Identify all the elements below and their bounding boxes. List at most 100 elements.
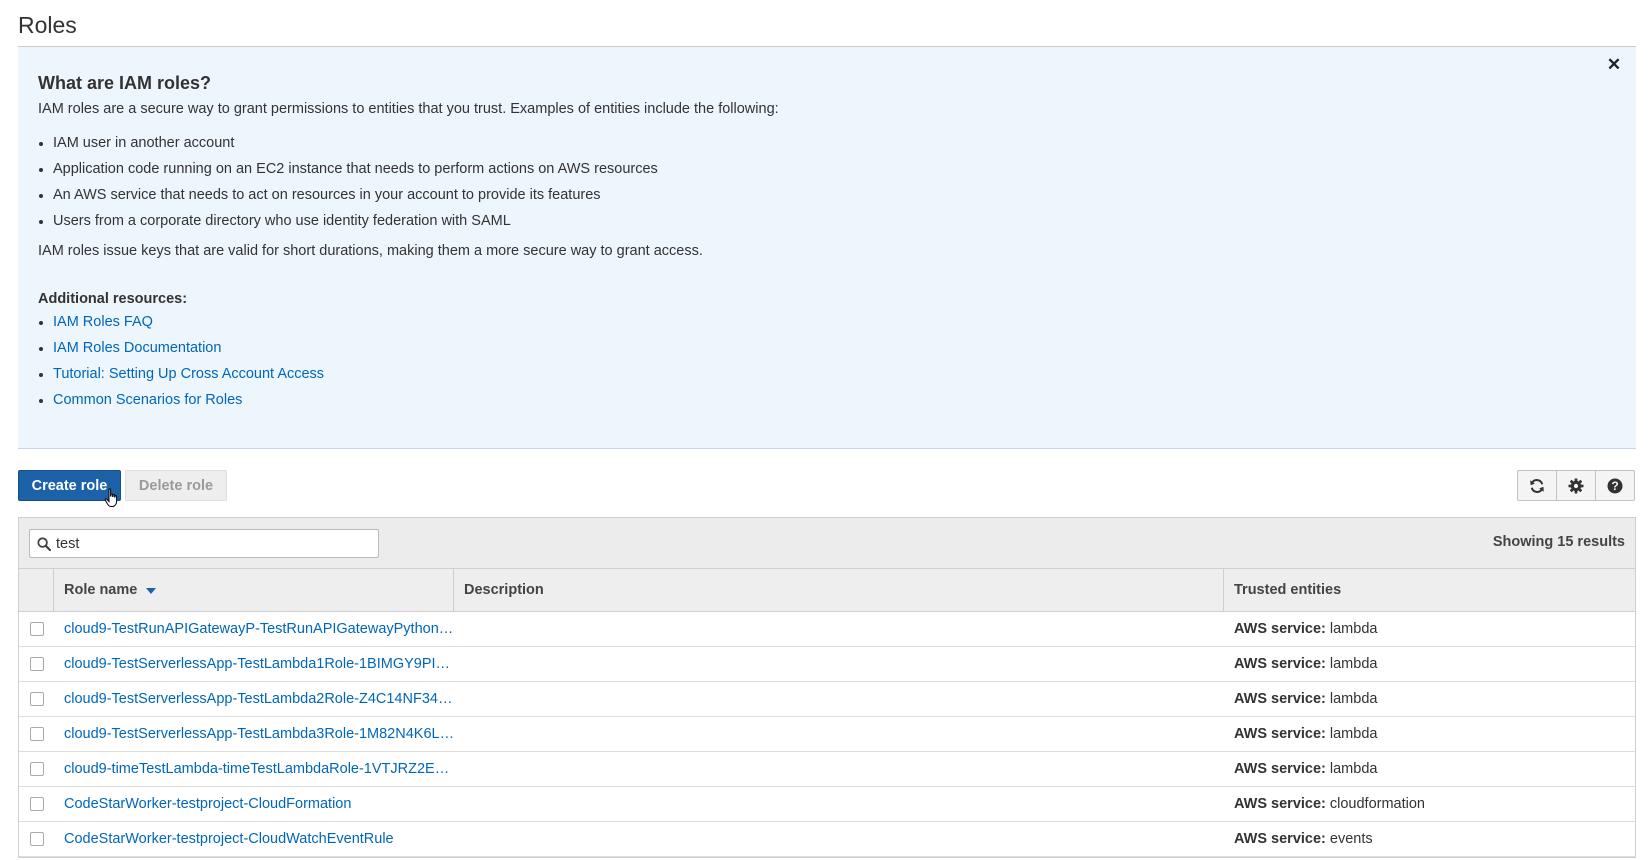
header-select-cell	[19, 569, 54, 611]
description-cell	[454, 717, 1224, 751]
role-name-link[interactable]: cloud9-TestServerlessApp-TestLambda3Role…	[64, 726, 454, 742]
list-item: Application code running on an EC2 insta…	[38, 156, 658, 182]
description-cell	[454, 647, 1224, 681]
row-checkbox[interactable]	[29, 727, 44, 741]
trust-label: AWS service:	[1234, 621, 1326, 637]
trusted-entities-cell: AWS service: events	[1224, 822, 1635, 856]
table-row: cloud9-timeTestLambda-timeTestLambdaRole…	[19, 752, 1635, 787]
help-icon: ?	[1607, 478, 1623, 493]
info-heading: What are IAM roles?	[38, 73, 212, 93]
column-header-role-name[interactable]: Role name	[54, 569, 454, 611]
resource-link-scenarios[interactable]: Common Scenarios for Roles	[53, 392, 242, 408]
description-cell	[454, 787, 1224, 821]
trusted-entities-cell: AWS service: lambda	[1224, 717, 1635, 751]
row-select-cell	[19, 822, 54, 856]
list-item: Tutorial: Setting Up Cross Account Acces…	[38, 361, 324, 387]
search-input[interactable]	[56, 535, 346, 552]
resource-link-faq[interactable]: IAM Roles FAQ	[53, 314, 153, 330]
role-name-cell: CodeStarWorker-testproject-CloudFormatio…	[54, 787, 454, 821]
toolbar-icon-group: ?	[1517, 470, 1635, 501]
trusted-entities-cell: AWS service: lambda	[1224, 682, 1635, 716]
row-select-cell	[19, 717, 54, 751]
results-count: Showing 15 results	[1492, 534, 1625, 550]
hand-cursor-icon	[104, 488, 118, 507]
info-summary: IAM roles issue keys that are valid for …	[38, 243, 703, 259]
info-panel: ✕ What are IAM roles? IAM roles are a se…	[18, 47, 1636, 449]
trust-label: AWS service:	[1234, 726, 1326, 742]
role-name-cell: cloud9-timeTestLambda-timeTestLambdaRole…	[54, 752, 454, 786]
row-checkbox[interactable]	[29, 797, 44, 811]
column-header-description[interactable]: Description	[454, 569, 1224, 611]
table-header: Role name Description Trusted entities	[19, 569, 1635, 612]
delete-role-button[interactable]: Delete role	[125, 470, 227, 501]
trusted-entities-cell: AWS service: lambda	[1224, 647, 1635, 681]
column-label: Trusted entities	[1234, 582, 1342, 598]
row-checkbox[interactable]	[29, 622, 44, 636]
list-item: IAM Roles FAQ	[38, 309, 324, 335]
roles-page: Roles ✕ What are IAM roles? IAM roles ar…	[0, 0, 1650, 860]
help-button[interactable]: ?	[1596, 471, 1634, 500]
role-name-link[interactable]: cloud9-TestServerlessApp-TestLambda2Role…	[64, 691, 452, 707]
trust-value: events	[1329, 831, 1373, 847]
examples-list: IAM user in another account Application …	[38, 130, 658, 234]
trusted-entities-cell: AWS service: lambda	[1224, 612, 1635, 646]
search-icon	[37, 536, 51, 551]
trust-value: lambda	[1329, 656, 1378, 672]
trust-label: AWS service:	[1234, 656, 1326, 672]
row-select-cell	[19, 612, 54, 646]
trusted-entities-cell: AWS service: cloudformation	[1224, 787, 1635, 821]
row-checkbox[interactable]	[29, 657, 44, 671]
resources-list: IAM Roles FAQ IAM Roles Documentation Tu…	[38, 309, 324, 413]
resources-heading: Additional resources:	[38, 291, 188, 307]
search-field[interactable]	[29, 529, 379, 558]
role-name-cell: CodeStarWorker-testproject-CloudWatchEve…	[54, 822, 454, 856]
table-row: cloud9-TestRunAPIGatewayP-TestRunAPIGate…	[19, 612, 1635, 647]
row-checkbox[interactable]	[29, 692, 44, 706]
trust-label: AWS service:	[1234, 796, 1326, 812]
role-name-link[interactable]: CodeStarWorker-testproject-CloudFormatio…	[64, 796, 351, 812]
role-name-link[interactable]: cloud9-TestRunAPIGatewayP-TestRunAPIGate…	[64, 621, 453, 637]
trust-label: AWS service:	[1234, 831, 1326, 847]
description-cell	[454, 612, 1224, 646]
settings-button[interactable]	[1557, 471, 1596, 500]
table-row: cloud9-TestServerlessApp-TestLambda1Role…	[19, 647, 1635, 682]
table-row: CodeStarWorker-testproject-CloudWatchEve…	[19, 822, 1635, 857]
row-select-cell	[19, 787, 54, 821]
role-name-cell: cloud9-TestRunAPIGatewayP-TestRunAPIGate…	[54, 612, 454, 646]
svg-text:?: ?	[1611, 479, 1618, 493]
table-row: cloud9-TestServerlessApp-TestLambda2Role…	[19, 682, 1635, 717]
resource-link-tutorial[interactable]: Tutorial: Setting Up Cross Account Acces…	[53, 366, 324, 382]
list-item: IAM Roles Documentation	[38, 335, 324, 361]
row-select-cell	[19, 752, 54, 786]
trust-value: lambda	[1329, 761, 1378, 777]
filter-bar: Showing 15 results	[19, 518, 1635, 569]
list-item: An AWS service that needs to act on reso…	[38, 182, 658, 208]
description-cell	[454, 822, 1224, 856]
column-header-trusted-entities[interactable]: Trusted entities	[1224, 569, 1635, 611]
row-checkbox[interactable]	[29, 832, 44, 846]
row-checkbox[interactable]	[29, 762, 44, 776]
trust-label: AWS service:	[1234, 691, 1326, 707]
trusted-entities-cell: AWS service: lambda	[1224, 752, 1635, 786]
roles-table: Showing 15 results Role name Description…	[18, 517, 1636, 858]
role-name-link[interactable]: CodeStarWorker-testproject-CloudWatchEve…	[64, 831, 394, 847]
role-name-cell: cloud9-TestServerlessApp-TestLambda2Role…	[54, 682, 454, 716]
gear-icon	[1568, 478, 1584, 493]
description-cell	[454, 752, 1224, 786]
resource-link-documentation[interactable]: IAM Roles Documentation	[53, 340, 221, 356]
role-name-cell: cloud9-TestServerlessApp-TestLambda3Role…	[54, 717, 454, 751]
trust-value: lambda	[1329, 621, 1378, 637]
role-name-cell: cloud9-TestServerlessApp-TestLambda1Role…	[54, 647, 454, 681]
row-select-cell	[19, 682, 54, 716]
refresh-icon	[1530, 478, 1544, 493]
table-row: cloud9-TestServerlessApp-TestLambda3Role…	[19, 717, 1635, 752]
refresh-button[interactable]	[1518, 471, 1557, 500]
role-name-link[interactable]: cloud9-timeTestLambda-timeTestLambdaRole…	[64, 761, 449, 777]
column-label: Description	[464, 582, 544, 598]
close-icon[interactable]: ✕	[1604, 55, 1624, 75]
column-label: Role name	[64, 582, 138, 598]
role-name-link[interactable]: cloud9-TestServerlessApp-TestLambda1Role…	[64, 656, 450, 672]
table-body: cloud9-TestRunAPIGatewayP-TestRunAPIGate…	[19, 612, 1635, 857]
row-select-cell	[19, 647, 54, 681]
trust-value: lambda	[1329, 691, 1378, 707]
